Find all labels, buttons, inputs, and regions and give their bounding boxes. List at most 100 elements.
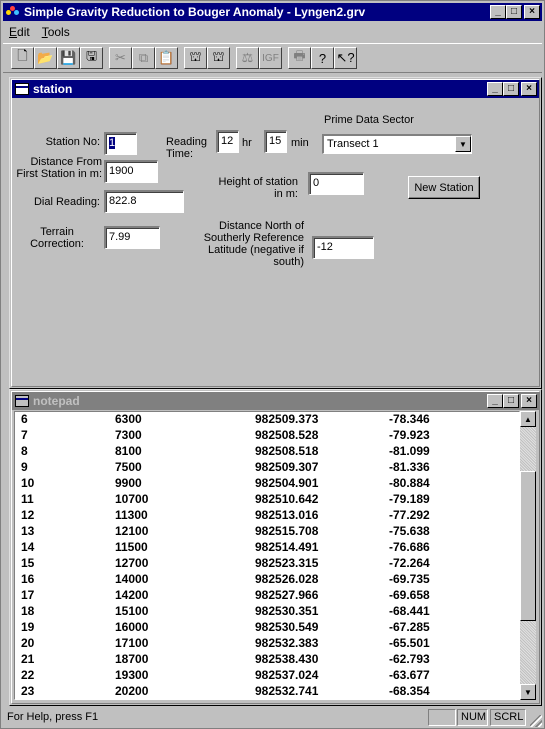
resize-grip-icon[interactable]	[530, 715, 542, 727]
scroll-up-icon[interactable]: ▲	[520, 411, 536, 427]
copy-icon: ⧉	[138, 50, 149, 65]
app-maximize-button[interactable]: □	[506, 5, 522, 19]
notepad-icon	[15, 395, 29, 407]
row-index: 11	[21, 492, 34, 506]
notepad-minimize-button[interactable]: _	[487, 394, 503, 408]
notepad-row: 11 10700 982510.642 -79.189	[15, 492, 519, 508]
notepad-row: 7 7300 982508.528 -79.923	[15, 428, 519, 444]
row-anomaly: -76.686	[389, 540, 430, 554]
maximize-icon: □	[510, 6, 518, 17]
row-distance: 8100	[115, 444, 142, 458]
station-title-bar[interactable]: station _ □ ×	[12, 80, 539, 98]
save-button[interactable]: 💾	[57, 47, 80, 69]
notepad-row: 6 6300 982509.373 -78.346	[15, 412, 519, 428]
app-minimize-button[interactable]: _	[490, 5, 506, 19]
row-gravity: 982509.373	[255, 412, 319, 426]
gravity-icon: ⚖	[241, 50, 254, 65]
notepad-title-bar[interactable]: notepad _ □ ×	[12, 392, 539, 410]
station-button[interactable]: ⛫	[184, 47, 207, 69]
hour-input[interactable]: 12	[216, 130, 239, 153]
distance-label: Distance From First Station in m:	[16, 156, 102, 180]
row-distance: 11500	[115, 540, 148, 554]
station-maximize-button[interactable]: □	[503, 82, 519, 96]
row-distance: 7300	[115, 428, 142, 442]
app-close-button[interactable]: ×	[524, 5, 540, 19]
row-gravity: 982504.901	[255, 476, 319, 490]
new-button[interactable]: 🗋	[11, 47, 34, 69]
row-distance: 18700	[115, 652, 149, 666]
notepad-row: 12 11300 982513.016 -77.292	[15, 508, 519, 524]
context-help-button[interactable]: ↖?	[334, 47, 357, 69]
status-scrl: SCRL	[494, 711, 524, 723]
mdi-client-area: station _ □ × Station No: 1 Distance Fro…	[5, 75, 542, 707]
row-gravity: 982508.518	[255, 444, 319, 458]
app-icon[interactable]	[6, 5, 20, 19]
row-gravity: 982514.491	[255, 540, 319, 554]
station-no-label: Station No:	[45, 136, 100, 148]
row-anomaly: -67.285	[389, 620, 430, 634]
menu-tools[interactable]: Tools	[36, 25, 76, 39]
app-title-bar[interactable]: Simple Gravity Reduction to Bouger Anoma…	[3, 3, 542, 21]
row-distance: 14000	[115, 572, 149, 586]
save-as-button[interactable]: 🖫	[80, 47, 103, 69]
height-value: 0	[313, 177, 320, 189]
north-input[interactable]: -12	[312, 236, 374, 259]
status-pane-num: NUM	[457, 709, 488, 726]
copy-button[interactable]: ⧉	[132, 47, 155, 69]
sector-select[interactable]: Transect 1 ▼	[322, 134, 472, 154]
notepad-window: notepad _ □ × 6 6300 982509.373 -78.346 7 730…	[9, 389, 542, 706]
gravity-button[interactable]: ⚖	[236, 47, 259, 69]
dropdown-arrow-icon[interactable]: ▼	[455, 136, 471, 152]
row-anomaly: -69.735	[389, 572, 430, 586]
help-button[interactable]: ?	[311, 47, 334, 69]
new-station-button[interactable]: New Station	[408, 176, 480, 199]
height-input[interactable]: 0	[308, 172, 364, 195]
minute-input[interactable]: 15	[264, 130, 287, 153]
row-gravity: 982537.024	[255, 668, 319, 682]
scroll-thumb[interactable]	[520, 471, 536, 621]
maximize-icon: □	[507, 395, 515, 406]
station-alt-button[interactable]: ⛫	[207, 47, 230, 69]
app-title: Simple Gravity Reduction to Bouger Anoma…	[24, 5, 366, 19]
row-index: 16	[21, 572, 35, 586]
maximize-icon: □	[507, 83, 515, 94]
row-distance: 12100	[115, 524, 149, 538]
row-index: 22	[21, 668, 35, 682]
station-no-input[interactable]: 1	[104, 132, 137, 155]
menu-edit-label: Edit	[9, 25, 30, 39]
print-button[interactable]: 🖶	[288, 47, 311, 69]
notepad-row: 10 9900 982504.901 -80.884	[15, 476, 519, 492]
close-icon: ×	[526, 83, 532, 94]
station-minimize-button[interactable]: _	[487, 82, 503, 96]
notepad-maximize-button[interactable]: □	[503, 394, 519, 408]
minimize-icon: _	[495, 6, 501, 17]
menu-tools-label: Tools	[41, 25, 70, 39]
open-button[interactable]: 📂	[34, 47, 57, 69]
notepad-close-button[interactable]: ×	[521, 394, 537, 408]
igf-button[interactable]: IGF	[259, 47, 282, 69]
scroll-down-icon[interactable]: ▼	[520, 684, 536, 700]
status-pane-scrl: SCRL	[490, 709, 526, 726]
notepad-scrollbar[interactable]: ▲ ▼	[520, 411, 536, 700]
cut-button[interactable]: ✂	[109, 47, 132, 69]
station-close-button[interactable]: ×	[521, 82, 537, 96]
row-distance: 9900	[115, 476, 142, 490]
notepad-text-area[interactable]: 6 6300 982509.373 -78.346 7 7300 982508.528 -79…	[14, 411, 520, 700]
row-index: 7	[21, 428, 28, 442]
station-window: station _ □ × Station No: 1 Distance Fro…	[9, 77, 542, 389]
notepad-row: 13 12100 982515.708 -75.638	[15, 524, 519, 540]
notepad-row: 15 12700 982523.315 -72.264	[15, 556, 519, 572]
menu-edit[interactable]: Edit	[3, 25, 36, 39]
row-anomaly: -68.354	[389, 684, 430, 698]
row-anomaly: -62.793	[389, 652, 430, 666]
paste-button[interactable]: 📋	[155, 47, 178, 69]
row-gravity: 982527.966	[255, 588, 319, 602]
row-distance: 14200	[115, 588, 149, 602]
status-text: For Help, press F1	[7, 711, 99, 723]
dial-input[interactable]: 822.8	[104, 190, 184, 213]
row-gravity: 982530.351	[255, 604, 319, 618]
terrain-input[interactable]: 7.99	[104, 226, 160, 249]
notepad-row: 21 18700 982538.430 -62.793	[15, 652, 519, 668]
distance-input[interactable]: 1900	[104, 160, 158, 183]
toolbar: 🗋 📂 💾 🖫 ✂ ⧉ 📋 ⛫ ⛫ ⚖ IGF 🖶? ↖?	[3, 43, 542, 73]
